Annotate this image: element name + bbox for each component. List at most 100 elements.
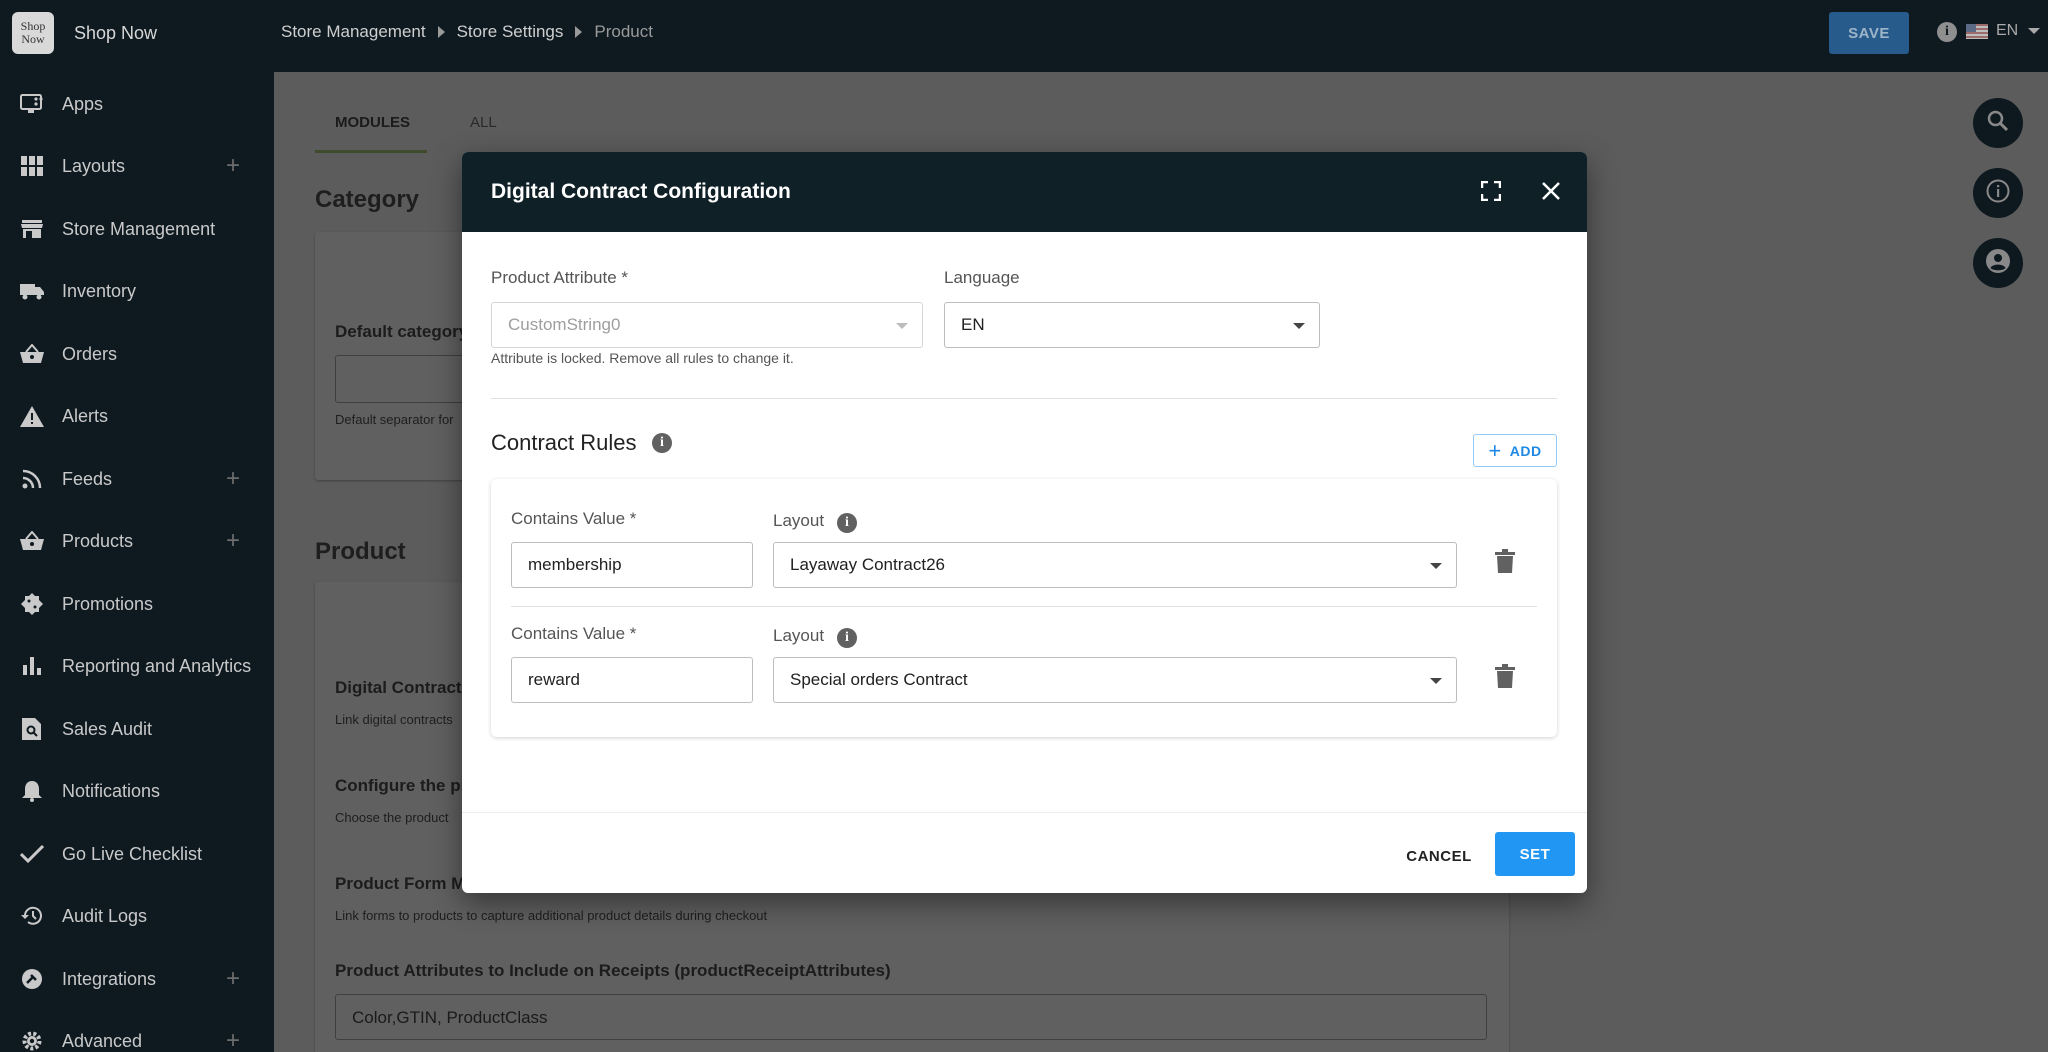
account-icon: [1985, 248, 2011, 279]
product-attribute-value: CustomString0: [508, 315, 621, 334]
close-button[interactable]: [1536, 177, 1566, 207]
history-icon: [20, 904, 44, 928]
chevron-down-icon: [2028, 28, 2041, 34]
sidebar-item-feeds[interactable]: Feeds +: [0, 459, 274, 499]
add-product-plus-icon[interactable]: +: [226, 527, 240, 555]
delete-rule-button[interactable]: [1495, 549, 1519, 577]
promotion-badge-icon: [20, 592, 44, 616]
sidebar-item-notifications[interactable]: Notifications: [0, 771, 274, 811]
add-integration-plus-icon[interactable]: +: [226, 965, 240, 993]
breadcrumb-store-settings[interactable]: Store Settings: [457, 22, 564, 42]
add-rule-button[interactable]: + ADD: [1473, 434, 1557, 467]
sidebar-item-apps[interactable]: Apps: [0, 84, 274, 124]
layout-value: Layaway Contract26: [790, 555, 945, 574]
contract-rules-info-icon[interactable]: i: [652, 433, 672, 453]
product-section-title: Product: [315, 538, 406, 565]
search-icon: [1987, 110, 2009, 137]
add-rule-label: ADD: [1509, 442, 1542, 459]
configure-label: Configure the pr: [335, 776, 468, 795]
section-divider: [491, 398, 1557, 399]
product-attribute-label: Product Attribute *: [491, 268, 629, 287]
layout-select[interactable]: Special orders Contract: [773, 657, 1457, 703]
category-section-title: Category: [315, 186, 420, 213]
document-search-icon: [20, 717, 44, 741]
brand-logo: Shop Now: [12, 12, 54, 54]
language-selector[interactable]: EN: [1966, 22, 2041, 40]
rule-divider: [511, 606, 1537, 607]
plus-icon: +: [1488, 437, 1502, 463]
dialog-title: Digital Contract Configuration: [491, 180, 791, 203]
configure-help: Choose the product: [335, 810, 449, 825]
sidebar-item-orders[interactable]: Orders: [0, 334, 274, 374]
chevron-down-icon: [1430, 678, 1442, 684]
us-flag-icon: [1966, 23, 1988, 39]
sidebar-item-integrations[interactable]: Integrations +: [0, 959, 274, 999]
sidebar-item-inventory[interactable]: Inventory: [0, 271, 274, 311]
sidebar-item-reporting[interactable]: Reporting and Analytics: [0, 646, 274, 686]
close-icon: [1542, 181, 1560, 203]
language-code: EN: [1996, 22, 2019, 39]
store-icon: [20, 217, 44, 241]
product-form-help: Link forms to products to capture additi…: [335, 908, 768, 923]
top-bar: Shop Now Shop Now Store Management Store…: [0, 0, 2048, 72]
brand[interactable]: Shop Now Shop Now: [12, 12, 157, 54]
sidebar-item-alerts[interactable]: Alerts: [0, 396, 274, 436]
contains-value-input[interactable]: reward: [511, 657, 753, 703]
breadcrumb-separator-icon: [437, 26, 445, 38]
fullscreen-icon: [1480, 180, 1502, 204]
default-separator-help: Default separator for: [335, 412, 454, 427]
sidebar-item-layouts[interactable]: Layouts +: [0, 146, 274, 186]
layout-info-icon[interactable]: i: [837, 513, 857, 533]
basket-icon: [20, 342, 44, 366]
info-icon[interactable]: i: [1937, 22, 1957, 42]
product-form-label: Product Form M: [335, 874, 466, 893]
grid-icon: [20, 154, 44, 178]
language-select[interactable]: EN: [944, 302, 1320, 348]
sidebar-item-go-live-checklist[interactable]: Go Live Checklist: [0, 834, 274, 874]
layout-info-icon[interactable]: i: [837, 628, 857, 648]
delete-rule-button[interactable]: [1495, 664, 1519, 692]
language-label: Language: [944, 268, 1020, 287]
account-fab[interactable]: [1973, 238, 2023, 288]
receipt-attributes-input[interactable]: Color,GTIN, ProductClass: [335, 994, 1487, 1040]
set-button[interactable]: SET: [1495, 832, 1575, 876]
language-value: EN: [961, 315, 985, 334]
tab-modules[interactable]: MODULES: [335, 114, 410, 131]
contains-value-label: Contains Value *: [511, 509, 637, 528]
digital-contract-help: Link digital contracts: [335, 712, 453, 727]
contains-value-input[interactable]: membership: [511, 542, 753, 588]
basket-icon: [20, 529, 44, 553]
chevron-down-icon: [1293, 323, 1305, 329]
sidebar-item-promotions[interactable]: Promotions: [0, 584, 274, 624]
add-advanced-plus-icon[interactable]: +: [226, 1027, 240, 1052]
bar-chart-icon: [20, 654, 44, 678]
contract-rules-title: Contract Rules: [491, 430, 637, 455]
footer-divider: [462, 812, 1587, 813]
sidebar-item-store-management[interactable]: Store Management: [0, 209, 274, 249]
sidebar-item-advanced[interactable]: Advanced +: [0, 1021, 274, 1052]
trash-icon: [1495, 664, 1515, 692]
chevron-down-icon: [1430, 563, 1442, 569]
gear-icon: [20, 1029, 44, 1052]
product-attribute-helper: Attribute is locked. Remove all rules to…: [491, 350, 794, 366]
breadcrumb-store-management[interactable]: Store Management: [281, 22, 426, 42]
add-layout-plus-icon[interactable]: +: [226, 152, 240, 180]
add-feed-plus-icon[interactable]: +: [226, 465, 240, 493]
truck-icon: [20, 279, 44, 303]
tab-all[interactable]: ALL: [470, 114, 497, 131]
sidebar-item-audit-logs[interactable]: Audit Logs: [0, 896, 274, 936]
sidebar-item-sales-audit[interactable]: Sales Audit: [0, 709, 274, 749]
trash-icon: [1495, 549, 1515, 577]
contract-rules-list: Contains Value * membership Layout i Lay…: [491, 479, 1557, 737]
info-fab[interactable]: [1973, 168, 2023, 218]
search-fab[interactable]: [1973, 98, 2023, 148]
sidebar-item-products[interactable]: Products +: [0, 521, 274, 561]
cancel-button[interactable]: CANCEL: [1401, 839, 1477, 873]
breadcrumb: Store Management Store Settings Product: [281, 22, 653, 42]
layout-select[interactable]: Layaway Contract26: [773, 542, 1457, 588]
save-button[interactable]: SAVE: [1829, 12, 1909, 54]
contains-value-label: Contains Value *: [511, 624, 637, 643]
fullscreen-button[interactable]: [1476, 177, 1506, 207]
breadcrumb-separator-icon: [575, 26, 583, 38]
info-circle-icon: [1986, 179, 2010, 208]
